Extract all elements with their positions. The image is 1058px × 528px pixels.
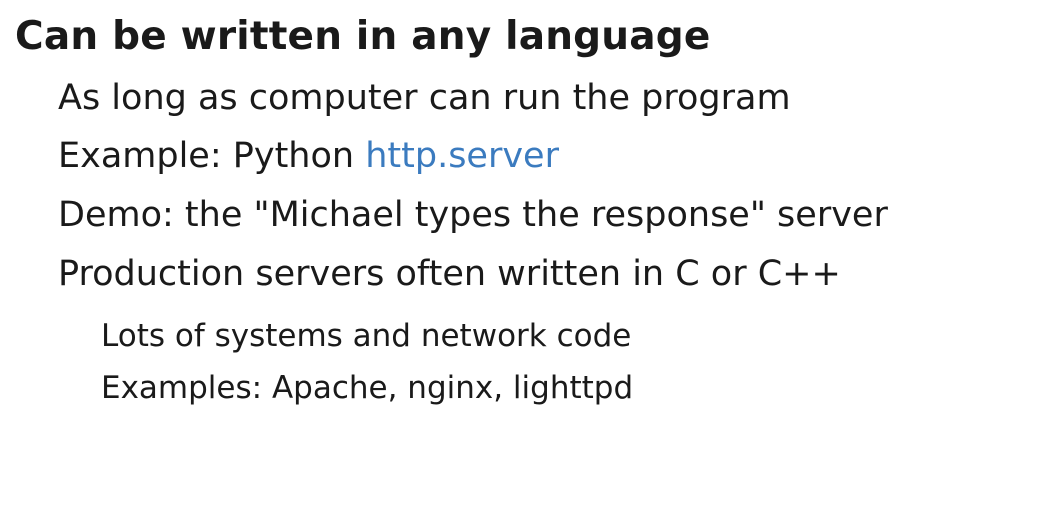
bullet-item: Demo: the "Michael types the response" s… [58,195,888,235]
slide-title: Can be written in any language [15,14,711,59]
bullet-item-example: Example: Python http.server [58,135,559,177]
http-server-link[interactable]: http.server [365,136,559,176]
bullet-item: As long as computer can run the program [58,78,791,118]
sub-bullet-item: Examples: Apache, nginx, lighttpd [101,370,634,406]
slide: Can be written in any language As long a… [0,0,1058,528]
bullet-prefix: Example: Python [58,136,366,176]
sub-bullet-item: Lots of systems and network code [101,318,632,354]
bullet-item: Production servers often written in C or… [58,254,841,294]
